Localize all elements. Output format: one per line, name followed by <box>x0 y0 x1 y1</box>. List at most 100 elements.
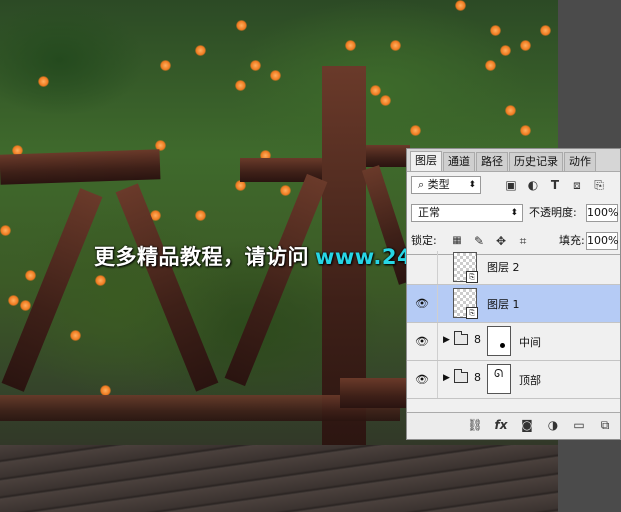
visibility-toggle[interactable] <box>407 251 438 284</box>
railing-top-bar <box>365 145 410 167</box>
layer-name: 图层 1 <box>487 298 520 311</box>
folder-icon <box>454 369 468 383</box>
lock-all-icon[interactable] <box>519 233 535 249</box>
visibility-toggle[interactable]: 👁 <box>407 285 438 322</box>
flower <box>20 300 31 311</box>
flower <box>38 76 49 87</box>
lock-position-icon[interactable]: ✥ <box>493 233 509 249</box>
link-icon[interactable]: 8 <box>474 371 481 384</box>
add-mask-icon[interactable]: ◙ <box>519 418 535 432</box>
new-layer-icon[interactable]: ⧉ <box>597 418 613 433</box>
mask-shape: ᘏ <box>494 367 504 380</box>
railing-diagonal <box>1 188 103 392</box>
fx-icon[interactable]: fx <box>493 418 509 432</box>
link-icon[interactable]: 8 <box>474 333 481 346</box>
lock-paint-icon[interactable]: ✎ <box>471 233 487 249</box>
flower <box>520 125 531 136</box>
flower <box>270 70 281 81</box>
layers-panel: 图层 通道 路径 历史记录 动作 ⌕ 类型 ⬍ ▣ ◐ T ⧈ ⎘ 正常 ⬍ 不… <box>406 148 621 440</box>
tab-actions[interactable]: 动作 <box>564 152 596 171</box>
eye-icon: 👁 <box>415 297 429 310</box>
flower <box>235 80 246 91</box>
spinner-arrows-icon: ⬍ <box>468 180 476 190</box>
spinner-arrows-icon: ⬍ <box>510 208 518 218</box>
fill-label: 填充: <box>559 234 585 247</box>
layer-row-layer-1[interactable]: 👁 ⎘ 图层 1 <box>407 285 620 323</box>
opacity-label: 不透明度: <box>529 206 577 219</box>
blend-mode-value: 正常 <box>418 206 440 219</box>
flower <box>370 85 381 96</box>
expand-arrow-icon[interactable]: ▶ <box>443 373 450 383</box>
lock-row: 锁定: ▦ ✎ ✥ ⌗ 填充: 100% <box>411 232 618 252</box>
layer-row-middle-group[interactable]: 👁 ▶ 8 中间 <box>407 323 620 361</box>
lock-label: 锁定: <box>411 234 437 247</box>
tab-paths[interactable]: 路径 <box>476 152 508 171</box>
flower <box>160 60 171 71</box>
flower <box>195 45 206 56</box>
filter-pixel-icon[interactable]: ▣ <box>503 177 519 193</box>
flower <box>390 40 401 51</box>
wooden-deck <box>0 445 558 512</box>
visibility-toggle[interactable]: 👁 <box>407 361 438 398</box>
smart-object-badge-icon: ⎘ <box>466 307 478 319</box>
flower <box>250 60 261 71</box>
expand-arrow-icon[interactable]: ▶ <box>443 335 450 345</box>
tab-history[interactable]: 历史记录 <box>509 152 563 171</box>
flower <box>500 45 511 56</box>
filter-type-icon[interactable]: T <box>547 177 563 193</box>
visibility-toggle[interactable]: 👁 <box>407 323 438 360</box>
flower <box>490 25 501 36</box>
new-group-icon[interactable]: ▭ <box>571 418 587 432</box>
flower <box>25 270 36 281</box>
panel-tabs: 图层 通道 路径 历史记录 动作 <box>407 149 620 172</box>
eye-icon: 👁 <box>415 373 429 386</box>
group-mask-thumbnail[interactable]: ᘏ <box>487 364 511 394</box>
layer-name: 图层 2 <box>487 261 520 274</box>
flower <box>70 330 81 341</box>
layer-row-layer-2[interactable]: ⎘ 图层 2 <box>407 251 620 285</box>
flower <box>380 95 391 106</box>
flower <box>410 125 421 136</box>
link-layers-icon[interactable]: ⛓ <box>467 418 483 432</box>
filter-smart-object-icon[interactable]: ⎘ <box>591 177 607 193</box>
mask-shape <box>500 343 505 348</box>
flower <box>520 40 531 51</box>
tab-channels[interactable]: 通道 <box>443 152 475 171</box>
flower <box>195 210 206 221</box>
adjustment-icon[interactable]: ◑ <box>545 418 561 432</box>
layer-thumbnail: ⎘ <box>453 288 478 319</box>
flower <box>345 40 356 51</box>
flower <box>236 20 247 31</box>
filter-kind-label: 类型 <box>427 178 450 191</box>
filter-adjustment-icon[interactable]: ◐ <box>525 177 541 193</box>
flower <box>485 60 496 71</box>
flower <box>540 25 551 36</box>
railing-diagonal <box>224 173 328 387</box>
blend-mode-select[interactable]: 正常 ⬍ <box>411 204 523 222</box>
lock-transparent-icon[interactable]: ▦ <box>449 233 465 249</box>
flower <box>280 185 291 196</box>
search-icon: ⌕ <box>418 178 425 191</box>
railing-top-bar <box>0 149 161 185</box>
tab-layers[interactable]: 图层 <box>410 151 442 171</box>
layers-list: ⎘ 图层 2 👁 ⎘ 图层 1 👁 ▶ 8 中间 👁 ▶ 8 ᘏ 顶部 <box>407 251 620 413</box>
filter-shape-icon[interactable]: ⧈ <box>569 177 585 193</box>
flower <box>455 0 466 11</box>
folder-icon <box>454 331 468 345</box>
flower <box>505 105 516 116</box>
railing-bottom-bar <box>340 378 410 408</box>
panel-bottom-toolbar: ⛓ fx ◙ ◑ ▭ ⧉ <box>407 412 620 439</box>
flower <box>8 295 19 306</box>
filter-row: ⌕ 类型 ⬍ ▣ ◐ T ⧈ ⎘ <box>411 176 616 196</box>
fill-input[interactable]: 100% <box>586 232 618 250</box>
filter-kind-select[interactable]: ⌕ 类型 ⬍ <box>411 176 481 194</box>
blend-row: 正常 ⬍ 不透明度: 100% <box>411 204 618 224</box>
group-mask-thumbnail[interactable] <box>487 326 511 356</box>
eye-icon: 👁 <box>415 335 429 348</box>
layer-row-top-group[interactable]: 👁 ▶ 8 ᘏ 顶部 <box>407 361 620 399</box>
smart-object-badge-icon: ⎘ <box>466 271 478 283</box>
watermark-text: 更多精品教程，请访问 <box>94 245 309 269</box>
layer-name: 顶部 <box>519 374 541 387</box>
layer-name: 中间 <box>519 336 541 349</box>
opacity-input[interactable]: 100% <box>586 204 618 222</box>
